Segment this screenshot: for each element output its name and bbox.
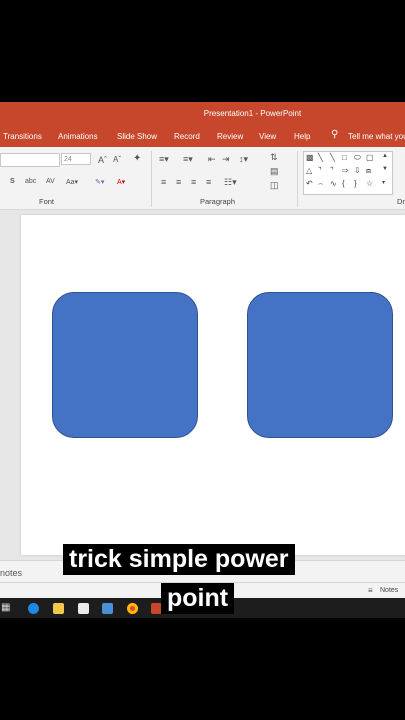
shrink-font-icon[interactable]: Aˇ <box>113 155 121 164</box>
tab-transitions[interactable]: Transitions <box>3 132 42 141</box>
store-icon[interactable] <box>78 603 89 614</box>
mail-icon[interactable] <box>102 603 113 614</box>
rectangle-shape-icon[interactable]: □ <box>342 153 347 162</box>
oval-shape-icon[interactable]: ⬭ <box>354 153 361 163</box>
triangle-shape-icon[interactable]: △ <box>306 166 312 175</box>
textbox-shape-icon[interactable]: ▩ <box>306 153 314 162</box>
task-view-icon[interactable]: ▦ <box>1 602 10 613</box>
align-text-icon[interactable]: ▤ <box>270 166 279 177</box>
notes-icon: ≡ <box>368 586 373 595</box>
file-explorer-icon[interactable] <box>53 603 64 614</box>
smartart-icon[interactable]: ◫ <box>270 180 279 191</box>
justify-icon[interactable]: ≡ <box>206 177 211 187</box>
align-center-icon[interactable]: ≡ <box>176 177 181 187</box>
align-right-icon[interactable]: ≡ <box>191 177 196 187</box>
tab-view[interactable]: View <box>259 132 276 141</box>
chrome-icon[interactable] <box>127 603 138 614</box>
star-shape-icon[interactable]: ☆ <box>366 179 373 188</box>
bullets-icon[interactable]: ≡▾ <box>159 154 169 165</box>
group-divider <box>151 151 152 207</box>
gallery-more-icon[interactable]: ▾ <box>382 179 385 186</box>
group-label-font: Font <box>39 197 55 206</box>
decrease-indent-icon[interactable]: ⇤ <box>208 154 216 165</box>
tab-record[interactable]: Record <box>174 132 200 141</box>
rounded-square-shape-left[interactable] <box>52 292 198 438</box>
gallery-down-icon[interactable]: ▼ <box>382 166 388 172</box>
font-name-box[interactable] <box>0 153 60 167</box>
font-color-icon[interactable]: A▾ <box>117 178 125 186</box>
title-bar: Presentation1 - PowerPoint <box>0 102 405 126</box>
shadow-icon[interactable]: S <box>10 178 15 185</box>
numbering-icon[interactable]: ≡▾ <box>183 154 193 165</box>
ribbon-tabs: Transitions Animations Slide Show Record… <box>0 126 405 147</box>
font-size-box[interactable]: 24 <box>61 153 91 165</box>
char-spacing-icon[interactable]: AV <box>46 178 55 185</box>
change-case-icon[interactable]: Aa▾ <box>66 178 78 186</box>
notes-placeholder: notes <box>0 568 23 578</box>
tell-me-search[interactable]: Tell me what you <box>348 132 405 141</box>
powerpoint-window: Presentation1 - PowerPoint Transitions A… <box>0 102 405 618</box>
arc-shape-icon[interactable]: ⌢ <box>318 179 323 189</box>
elbow-connector-icon[interactable]: ⌝ <box>330 166 334 175</box>
ribbon: 24 Aˆ Aˇ ✦ S abc AV Aa▾ ✎▾ A▾ Font ≡▾ ≡▾… <box>0 147 405 210</box>
strikethrough-icon[interactable]: abc <box>25 178 36 185</box>
tab-review[interactable]: Review <box>217 132 243 141</box>
brace-left-shape-icon[interactable]: { <box>342 179 345 188</box>
caption-line-2: point <box>161 583 235 614</box>
text-direction-icon[interactable]: ⇅ <box>270 152 278 163</box>
tab-help[interactable]: Help <box>294 132 310 141</box>
brace-right-shape-icon[interactable]: } <box>354 179 357 188</box>
highlight-icon[interactable]: ✎▾ <box>95 178 104 186</box>
lightbulb-icon: ⚲ <box>331 129 339 140</box>
curve-shape-icon[interactable]: ∿ <box>330 179 337 188</box>
tab-animations[interactable]: Animations <box>58 132 98 141</box>
shapes-gallery[interactable]: ▩ ╲ ╲ □ ⬭ ▢ △ ⌝ ⌝ ⇨ ⇩ ⧈ ↶ ⌢ ∿ { } ☆ ▲ ▼ … <box>303 151 393 195</box>
align-left-icon[interactable]: ≡ <box>161 177 166 187</box>
font-size-value: 24 <box>64 156 72 163</box>
freeform-shape-icon[interactable]: ↶ <box>306 179 313 188</box>
slide[interactable] <box>21 215 405 555</box>
group-label-drawing: Dr <box>397 197 405 206</box>
tab-slide-show[interactable]: Slide Show <box>117 132 157 141</box>
increase-indent-icon[interactable]: ⇥ <box>222 154 230 165</box>
window-title: Presentation1 - PowerPoint <box>203 109 302 118</box>
down-arrow-shape-icon[interactable]: ⇩ <box>354 166 361 175</box>
rounded-rect-shape-icon[interactable]: ▢ <box>366 153 374 162</box>
right-arrow-shape-icon[interactable]: ⇨ <box>342 166 349 175</box>
line-shape-icon[interactable]: ╲ <box>318 153 323 162</box>
line-shape-icon[interactable]: ╲ <box>330 153 335 162</box>
grow-font-icon[interactable]: Aˆ <box>98 155 107 165</box>
columns-icon[interactable]: ☷▾ <box>224 177 237 188</box>
clear-format-icon[interactable]: ✦ <box>133 153 141 164</box>
flowchart-shape-icon[interactable]: ⧈ <box>366 166 371 176</box>
slide-canvas <box>0 210 405 567</box>
gallery-up-icon[interactable]: ▲ <box>382 153 388 159</box>
group-label-paragraph: Paragraph <box>200 197 236 206</box>
caption-line-1: trick simple power <box>63 544 295 575</box>
rounded-square-shape-right[interactable] <box>247 292 393 438</box>
edge-icon[interactable] <box>28 603 39 614</box>
group-divider <box>297 151 298 207</box>
notes-button[interactable]: Notes <box>380 587 398 594</box>
elbow-connector-icon[interactable]: ⌝ <box>318 166 322 175</box>
line-spacing-icon[interactable]: ↕▾ <box>239 154 248 165</box>
